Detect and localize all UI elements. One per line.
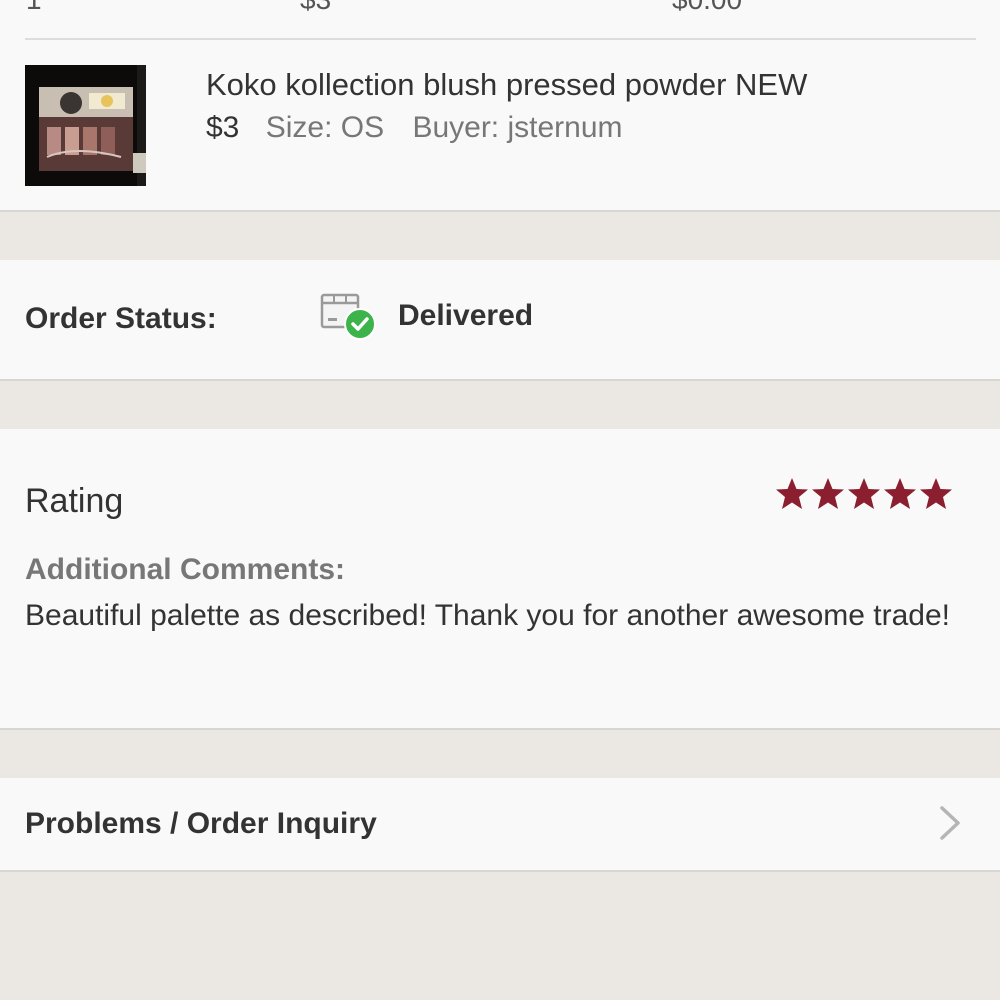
item-price: $3 <box>206 111 240 144</box>
star-icon <box>812 478 844 509</box>
item-title[interactable]: Koko kollection blush pressed powder NEW <box>206 67 807 103</box>
order-details-page: 1 $3 $0.00 Koko kollection blus <box>0 0 1000 1000</box>
order-status-label: Order Status: <box>25 302 217 335</box>
additional-comments-label: Additional Comments: <box>25 553 345 586</box>
item-size: Size: OS <box>265 111 385 144</box>
additional-comments-text: Beautiful palette as described! Thank yo… <box>25 599 951 632</box>
product-thumbnail[interactable] <box>25 65 146 186</box>
item-buyer: Buyer: jsternum <box>412 111 623 144</box>
order-item-card: 1 $3 $0.00 Koko kollection blus <box>0 0 1000 212</box>
summary-price: $3 <box>300 0 331 16</box>
product-photo-icon <box>25 65 146 186</box>
summary-qty: 1 <box>26 0 42 16</box>
order-status-value: Delivered <box>398 299 534 332</box>
chevron-right-icon[interactable] <box>936 805 964 841</box>
star-rating <box>774 477 954 511</box>
star-icon <box>920 478 952 509</box>
order-summary-row: 1 $3 $0.00 <box>0 0 1000 16</box>
star-icon <box>776 478 808 509</box>
star-icon <box>884 478 916 509</box>
star-icon <box>848 478 880 509</box>
divider <box>25 38 976 40</box>
package-delivered-icon <box>320 289 378 341</box>
summary-total: $0.00 <box>672 0 742 16</box>
item-meta: $3 Size: OS Buyer: jsternum <box>206 111 623 145</box>
rating-title: Rating <box>25 482 124 520</box>
order-inquiry-label[interactable]: Problems / Order Inquiry <box>25 807 377 841</box>
